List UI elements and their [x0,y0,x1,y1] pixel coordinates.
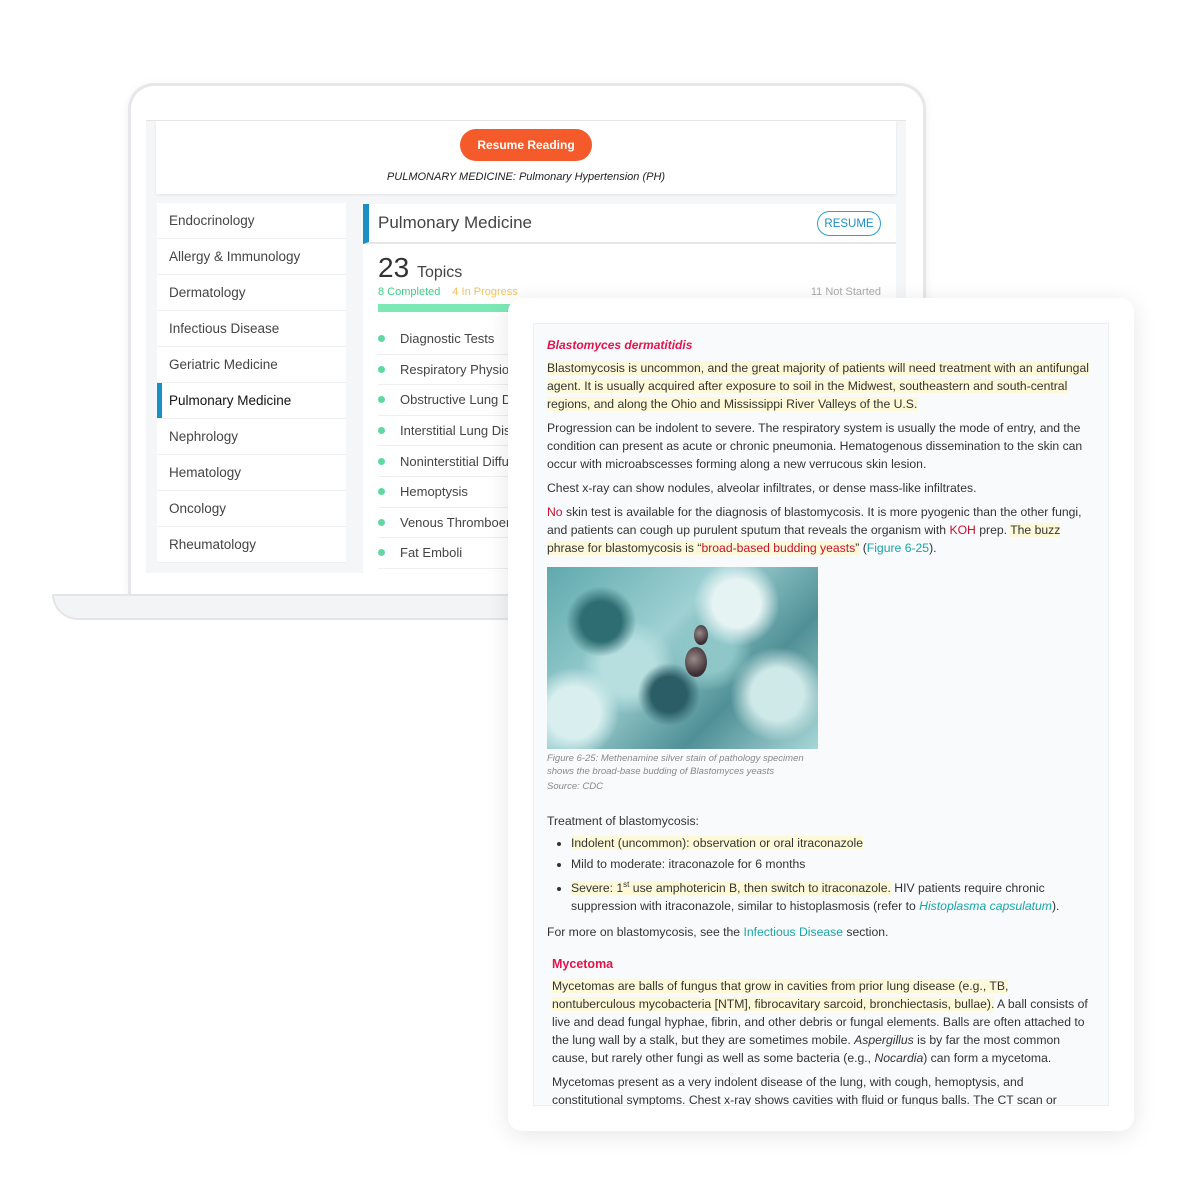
status-dot-icon [378,335,385,343]
status-dot-icon [378,365,385,373]
paragraph: No skin test is available for the diagno… [547,505,1082,555]
topic-label: Diagnostic Tests [400,331,495,347]
resume-card: Resume Reading PULMONARY MEDICINE: Pulmo… [156,121,896,194]
resume-button[interactable]: RESUME [817,211,881,236]
paragraph: Mycetomas present as a very indolent dis… [552,1074,1057,1106]
breadcrumb-section: PULMONARY MEDICINE: [386,171,516,183]
section-heading: Blastomyces dermatitidis [547,338,693,352]
breadcrumb-topic[interactable]: Pulmonary Hypertension (PH) [519,171,665,183]
sidebar-item[interactable]: Dermatology [157,275,346,311]
completed-count: 8 Completed [378,286,441,298]
topic-label: Fat Emboli [400,545,463,561]
list-item: Indolent (uncommon): observation or oral… [571,834,1095,852]
section-heading-mycetoma: Mycetoma [552,956,614,971]
treatment-title: Treatment of blastomycosis: [547,813,699,828]
list-item: Severe: 1st use amphotericin B, then swi… [571,876,1095,915]
page-title: Pulmonary Medicine [378,213,533,232]
status-dot-icon [378,427,385,435]
infectious-disease-link[interactable]: Infectious Disease [743,925,843,939]
yeast-bud [694,625,708,645]
sidebar-item[interactable]: Oncology [157,491,346,527]
sidebar-item[interactable]: Geriatric Medicine [157,347,346,383]
paragraph: Blastomycosis is uncommon, and the great… [547,361,1089,411]
paragraph: For more on blastomycosis, see the Infec… [547,924,889,939]
reader-content: Blastomyces dermatitidis Blastomycosis i… [533,323,1109,1106]
sidebar-item[interactable]: Pulmonary Medicine [157,383,346,419]
sidebar-item[interactable]: Rheumatology [157,527,346,563]
resume-reading-button[interactable]: Resume Reading [460,129,592,161]
figure-source: Source: CDC [547,781,603,792]
microscopy-image[interactable] [547,567,818,749]
histoplasma-link[interactable]: Histoplasma capsulatum [919,899,1052,913]
list-item: Mild to moderate: itraconazole for 6 mon… [571,855,1095,873]
not-started-count: 11 Not Started [810,286,881,298]
figure-caption: Figure 6-25: Methenamine silver stain of… [547,753,804,777]
sidebar-item[interactable]: Hematology [157,455,346,491]
sidebar-item[interactable]: Endocrinology [157,203,346,239]
breadcrumb: PULMONARY MEDICINE: Pulmonary Hypertensi… [156,171,896,183]
topic-count: 23 Topics [378,252,463,283]
tablet-reader: Blastomyces dermatitidis Blastomycosis i… [508,298,1134,1131]
status-dot-icon [378,518,385,526]
paragraph: Chest x-ray can show nodules, alveolar i… [547,481,977,495]
status-dot-icon [378,396,385,404]
status-dot-icon [378,457,385,465]
yeast-cell [685,647,707,677]
status-dot-icon [378,488,385,496]
status-dot-icon [378,549,385,557]
paragraph: Mycetomas are balls of fungus that grow … [552,978,1088,1065]
sidebar-item[interactable]: Nephrology [157,419,346,455]
topic-label: Hemoptysis [400,484,468,500]
treatment-list: Indolent (uncommon): observation or oral… [571,834,1095,915]
sidebar: Endocrinology Allergy & Immunology Dermato… [157,203,346,563]
figure-link[interactable]: Figure 6-25 [867,541,929,555]
in-progress-count: 4 In Progress [452,286,518,298]
sidebar-item[interactable]: Infectious Disease [157,311,346,347]
sidebar-item[interactable]: Allergy & Immunology [157,239,346,275]
paragraph: Progression can be indolent to severe. T… [547,421,1083,471]
section-header: Pulmonary Medicine RESUME [363,204,896,244]
